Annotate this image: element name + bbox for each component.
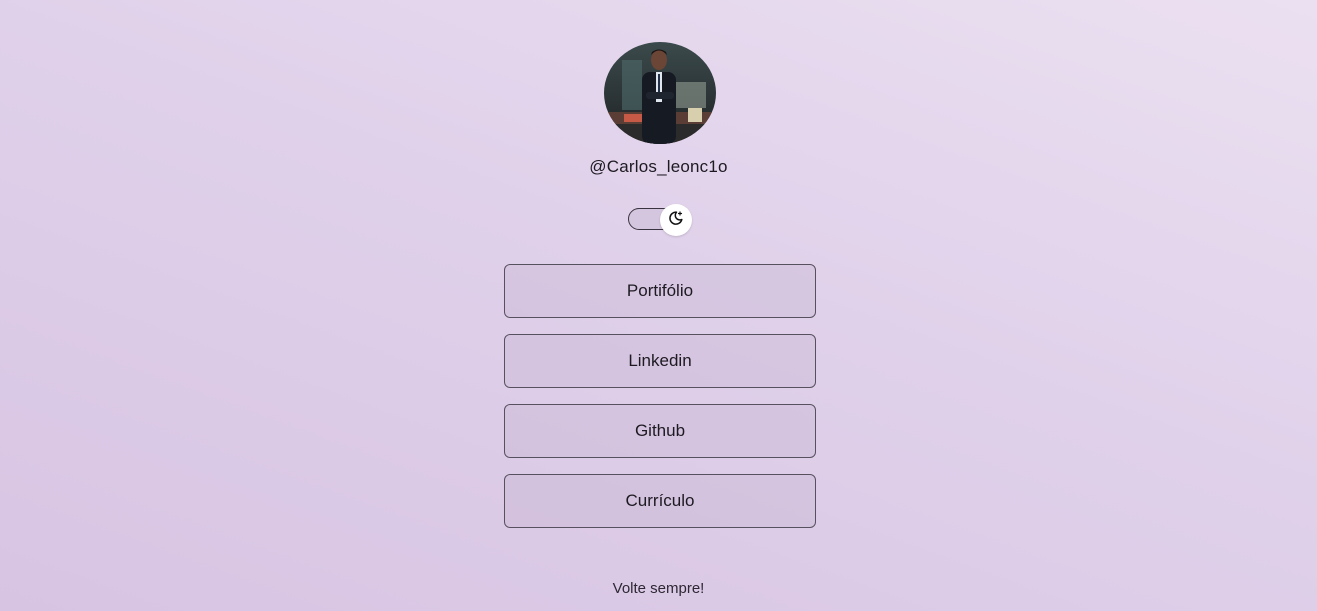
linktree-page: @Carlos_leonc1o Portifólio Linkedin Gith… xyxy=(0,0,1317,611)
theme-toggle-button[interactable] xyxy=(660,204,692,236)
github-button[interactable]: Github xyxy=(504,404,816,458)
curriculum-button[interactable]: Currículo xyxy=(504,474,816,528)
moon-stars-icon xyxy=(668,210,684,231)
linkedin-button[interactable]: Linkedin xyxy=(504,334,816,388)
username: @Carlos_leonc1o xyxy=(589,157,728,176)
footer-text: Volte sempre! xyxy=(612,580,705,597)
portfolio-button[interactable]: Portifólio xyxy=(504,264,816,318)
profile-photo xyxy=(604,42,716,144)
avatar xyxy=(604,42,716,144)
